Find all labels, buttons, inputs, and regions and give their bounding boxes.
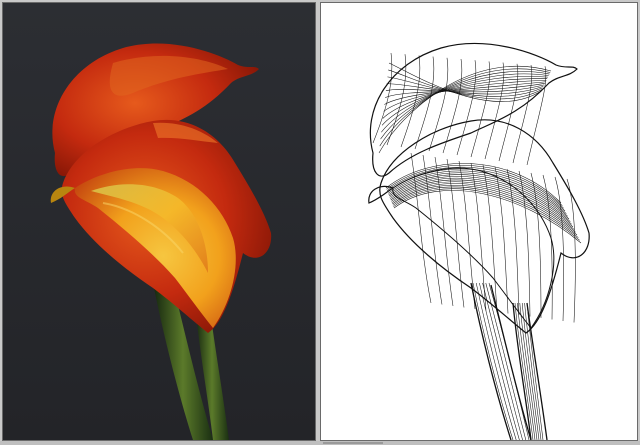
rendered-artwork-panel bbox=[2, 2, 316, 441]
wireframe-mesh-panel bbox=[320, 2, 638, 441]
bottom-scroll-strip bbox=[0, 441, 640, 445]
calla-lily-wireframe bbox=[321, 3, 637, 440]
calla-lily-artwork bbox=[3, 3, 315, 440]
scrollbar-thumb[interactable] bbox=[323, 442, 383, 444]
